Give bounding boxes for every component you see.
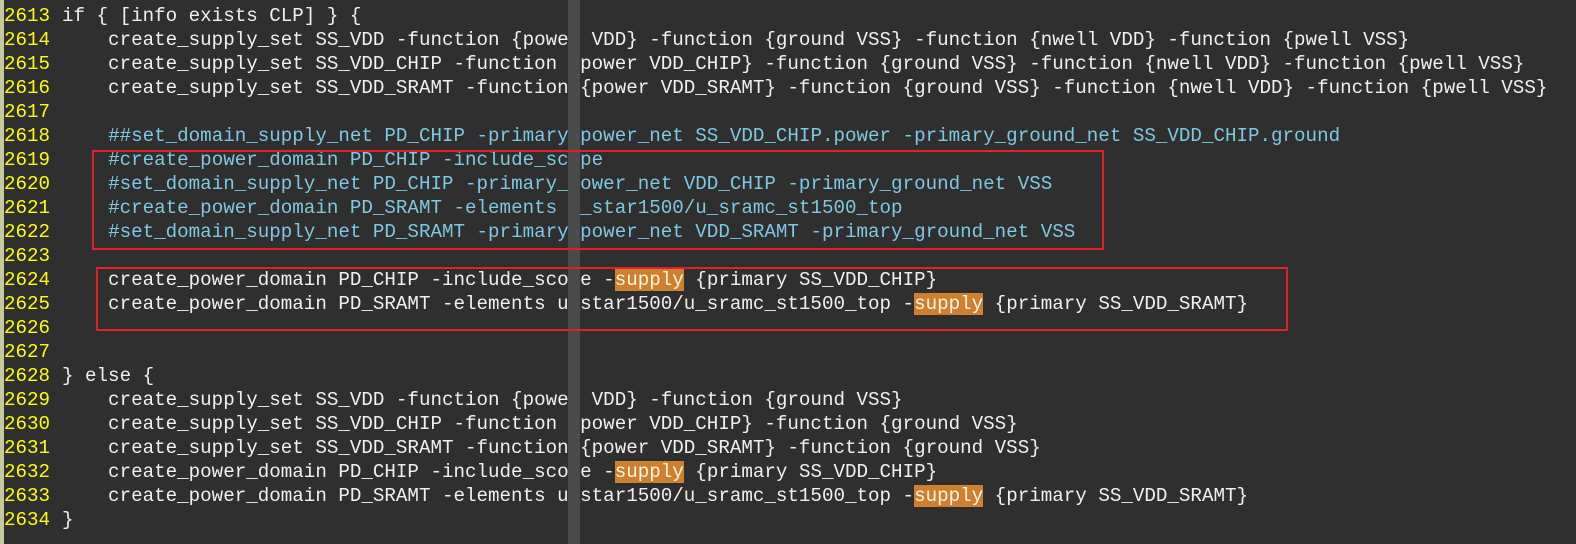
line-number: 2622: [4, 221, 51, 243]
code-line[interactable]: 2625 create_power_domain PD_SRAMT -eleme…: [0, 292, 1248, 316]
line-number: 2633: [4, 485, 51, 507]
code-line[interactable]: 2619 #create_power_domain PD_CHIP -inclu…: [0, 148, 603, 172]
code-text: create_supply_set SS_VDD_CHIP -function …: [62, 53, 1525, 75]
line-number: 2629: [4, 389, 51, 411]
line-number: 2617: [4, 101, 51, 123]
code-editor[interactable]: 2613 if { [info exists CLP] } {2614 creat…: [0, 0, 1576, 544]
line-number: 2626: [4, 317, 51, 339]
line-number: 2618: [4, 125, 51, 147]
code-line[interactable]: 2614 create_supply_set SS_VDD -function …: [0, 28, 1409, 52]
line-number: 2630: [4, 413, 51, 435]
code-line[interactable]: 2634}: [0, 508, 74, 532]
line-number: 2627: [4, 341, 51, 363]
code-text: create_power_domain PD_SRAMT -elements u…: [62, 293, 915, 315]
line-number: 2613: [4, 5, 51, 27]
code-text: } else {: [62, 365, 155, 387]
code-text: {primary SS_VDD_CHIP}: [683, 461, 938, 483]
search-match: supply: [614, 461, 684, 483]
code-text: create_power_domain PD_CHIP -include_sco…: [62, 461, 615, 483]
code-text: create_supply_set SS_VDD -function {powe…: [62, 389, 903, 411]
code-line[interactable]: 2632 create_power_domain PD_CHIP -includ…: [0, 460, 937, 484]
search-match: supply: [914, 293, 984, 315]
line-number: 2623: [4, 245, 51, 267]
line-number: 2625: [4, 293, 51, 315]
code-comment: #set_domain_supply_net PD_CHIP -primary_…: [108, 173, 1053, 195]
code-line[interactable]: 2629 create_supply_set SS_VDD -function …: [0, 388, 903, 412]
code-line[interactable]: 2627: [0, 340, 62, 364]
code-text: }: [62, 509, 74, 531]
code-line[interactable]: 2622 #set_domain_supply_net PD_SRAMT -pr…: [0, 220, 1075, 244]
code-comment: #set_domain_supply_net PD_SRAMT -primary…: [108, 221, 1076, 243]
line-number: 2624: [4, 269, 51, 291]
code-line[interactable]: 2631 create_supply_set SS_VDD_SRAMT -fun…: [0, 436, 1041, 460]
code-line[interactable]: 2621 #create_power_domain PD_SRAMT -elem…: [0, 196, 903, 220]
search-match: supply: [614, 269, 684, 291]
code-line[interactable]: 2618 ##set_domain_supply_net PD_CHIP -pr…: [0, 124, 1340, 148]
line-number: 2632: [4, 461, 51, 483]
code-line[interactable]: 2630 create_supply_set SS_VDD_CHIP -func…: [0, 412, 1018, 436]
code-text: if { [info exists CLP] } {: [62, 5, 362, 27]
code-line[interactable]: 2613 if { [info exists CLP] } {: [0, 4, 361, 28]
code-text: create_supply_set SS_VDD_CHIP -function …: [62, 413, 1018, 435]
code-text: {primary SS_VDD_SRAMT}: [983, 485, 1249, 507]
search-match: supply: [914, 485, 984, 507]
line-number: 2634: [4, 509, 51, 531]
code-line[interactable]: 2620 #set_domain_supply_net PD_CHIP -pri…: [0, 172, 1052, 196]
line-number: 2616: [4, 77, 51, 99]
line-number: 2628: [4, 365, 51, 387]
code-line[interactable]: 2628 } else {: [0, 364, 154, 388]
code-comment: #create_power_domain PD_CHIP -include_sc…: [108, 149, 604, 171]
code-line[interactable]: 2615 create_supply_set SS_VDD_CHIP -func…: [0, 52, 1524, 76]
code-line[interactable]: 2633 create_power_domain PD_SRAMT -eleme…: [0, 484, 1248, 508]
line-number: 2614: [4, 29, 51, 51]
code-text: create_power_domain PD_SRAMT -elements u…: [62, 485, 915, 507]
line-number: 2621: [4, 197, 51, 219]
code-text: create_supply_set SS_VDD_SRAMT -function…: [62, 77, 1548, 99]
code-line[interactable]: 2616 create_supply_set SS_VDD_SRAMT -fun…: [0, 76, 1547, 100]
code-comment: #create_power_domain PD_SRAMT -elements …: [108, 197, 903, 219]
line-number: 2631: [4, 437, 51, 459]
line-number: 2615: [4, 53, 51, 75]
code-text: {primary SS_VDD_SRAMT}: [983, 293, 1249, 315]
split-divider[interactable]: [568, 0, 580, 544]
line-number: 2619: [4, 149, 51, 171]
code-line[interactable]: 2624 create_power_domain PD_CHIP -includ…: [0, 268, 937, 292]
code-text: create_supply_set SS_VDD_SRAMT -function…: [62, 437, 1041, 459]
code-text: {primary SS_VDD_CHIP}: [683, 269, 938, 291]
code-line[interactable]: 2617: [0, 100, 62, 124]
code-text: create_power_domain PD_CHIP -include_sco…: [62, 269, 615, 291]
code-text: create_supply_set SS_VDD -function {powe…: [62, 29, 1410, 51]
code-line[interactable]: 2623: [0, 244, 62, 268]
code-line[interactable]: 2626: [0, 316, 62, 340]
code-comment: ##set_domain_supply_net PD_CHIP -primary…: [108, 125, 1341, 147]
line-number: 2620: [4, 173, 51, 195]
